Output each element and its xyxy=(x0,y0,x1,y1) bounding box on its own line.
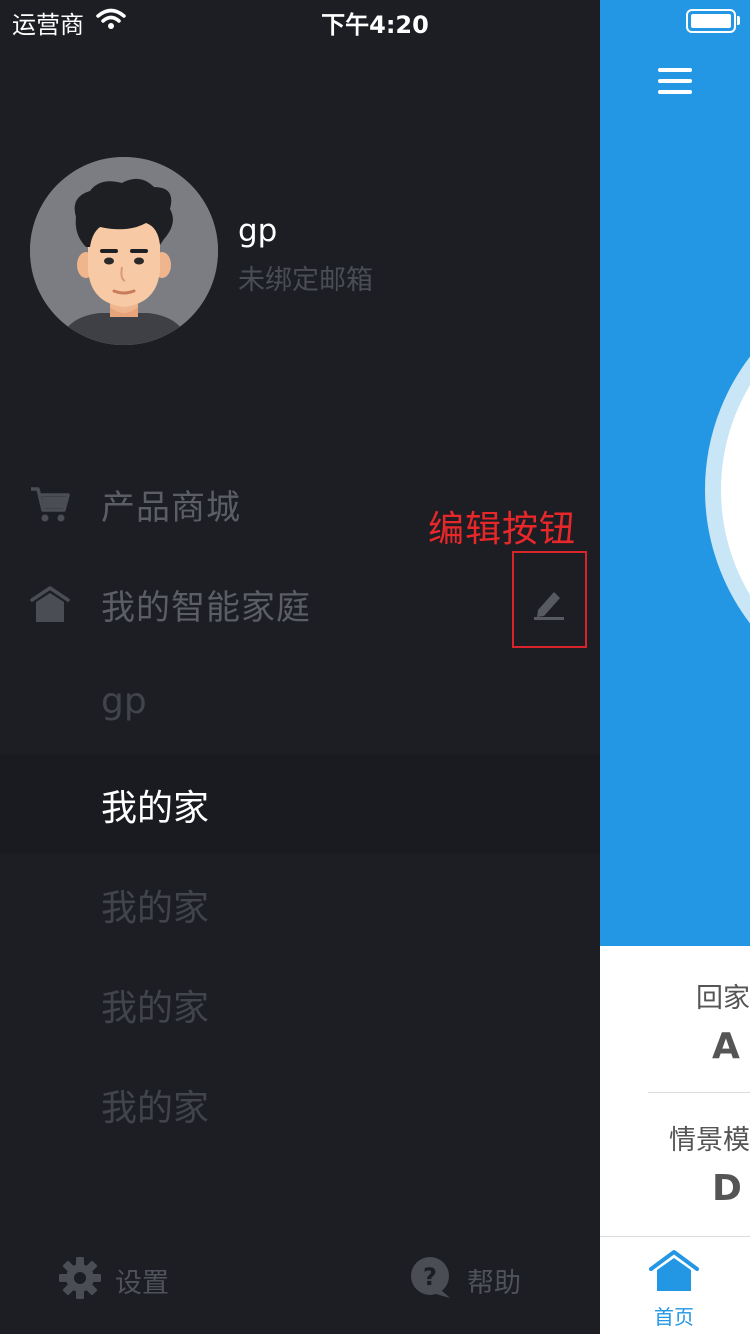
edit-button-annotation: 编辑按钮 xyxy=(428,509,577,550)
home-list-item-selected[interactable]: 我的家 xyxy=(0,754,600,854)
main-content-panel[interactable]: 回家 A 情景模 D 首页 xyxy=(600,0,750,1334)
divider xyxy=(648,1092,750,1093)
scene-name-2[interactable]: 情景模 xyxy=(669,1118,750,1157)
email-status[interactable]: 未绑定邮箱 xyxy=(238,258,373,297)
user-avatar-illustration xyxy=(30,157,218,345)
battery-tip xyxy=(737,16,740,25)
help-icon: ? xyxy=(411,1257,450,1298)
home-list-item-label: 我的家 xyxy=(101,888,210,929)
help-button[interactable]: ? 帮助 xyxy=(410,1256,521,1300)
home-header-area xyxy=(600,0,750,946)
edit-button[interactable] xyxy=(512,551,587,648)
help-label: 帮助 xyxy=(467,1268,521,1299)
scene-key-1[interactable]: A xyxy=(712,1026,740,1067)
home-list-item[interactable]: gp xyxy=(0,656,600,756)
settings-button[interactable]: 设置 xyxy=(58,1256,169,1300)
gear-icon xyxy=(59,1257,101,1299)
side-drawer: gp 未绑定邮箱 产品商城 我的智能家庭 编辑按钮 gp 我的家 我的家 我的家… xyxy=(0,0,600,1334)
scene-key-2[interactable]: D xyxy=(712,1168,742,1209)
home-status-circle xyxy=(705,270,750,710)
cart-icon xyxy=(30,484,70,524)
svg-text:?: ? xyxy=(423,1263,437,1291)
tab-home[interactable]: 首页 xyxy=(644,1249,704,1329)
home-list-item-label: gp xyxy=(101,681,147,722)
battery-icon xyxy=(686,9,736,33)
user-name: gp xyxy=(238,213,278,249)
pencil-icon xyxy=(534,592,564,620)
home-list-item[interactable]: 我的家 xyxy=(0,1054,600,1154)
home-list-item-label: 我的家 xyxy=(101,788,210,829)
menu-label-smart-home: 我的智能家庭 xyxy=(101,588,311,628)
home-list-item-label: 我的家 xyxy=(101,1088,210,1129)
scene-name-1[interactable]: 回家 xyxy=(696,976,750,1015)
home-list-item[interactable]: 我的家 xyxy=(0,954,600,1054)
menu-label-shop: 产品商城 xyxy=(101,488,241,528)
settings-label: 设置 xyxy=(115,1268,169,1299)
menu-icon[interactable] xyxy=(658,68,692,98)
tab-home-label: 首页 xyxy=(654,1305,694,1329)
home-icon xyxy=(30,584,70,624)
house-icon xyxy=(649,1250,699,1291)
scene-card: 回家 A 情景模 D xyxy=(600,946,750,1236)
home-list-item[interactable]: 我的家 xyxy=(0,854,600,954)
avatar[interactable] xyxy=(30,157,218,345)
home-list-item-label: 我的家 xyxy=(101,988,210,1029)
tab-bar: 首页 xyxy=(600,1236,750,1334)
menu-item-smart-home[interactable]: 我的智能家庭 xyxy=(0,554,600,654)
